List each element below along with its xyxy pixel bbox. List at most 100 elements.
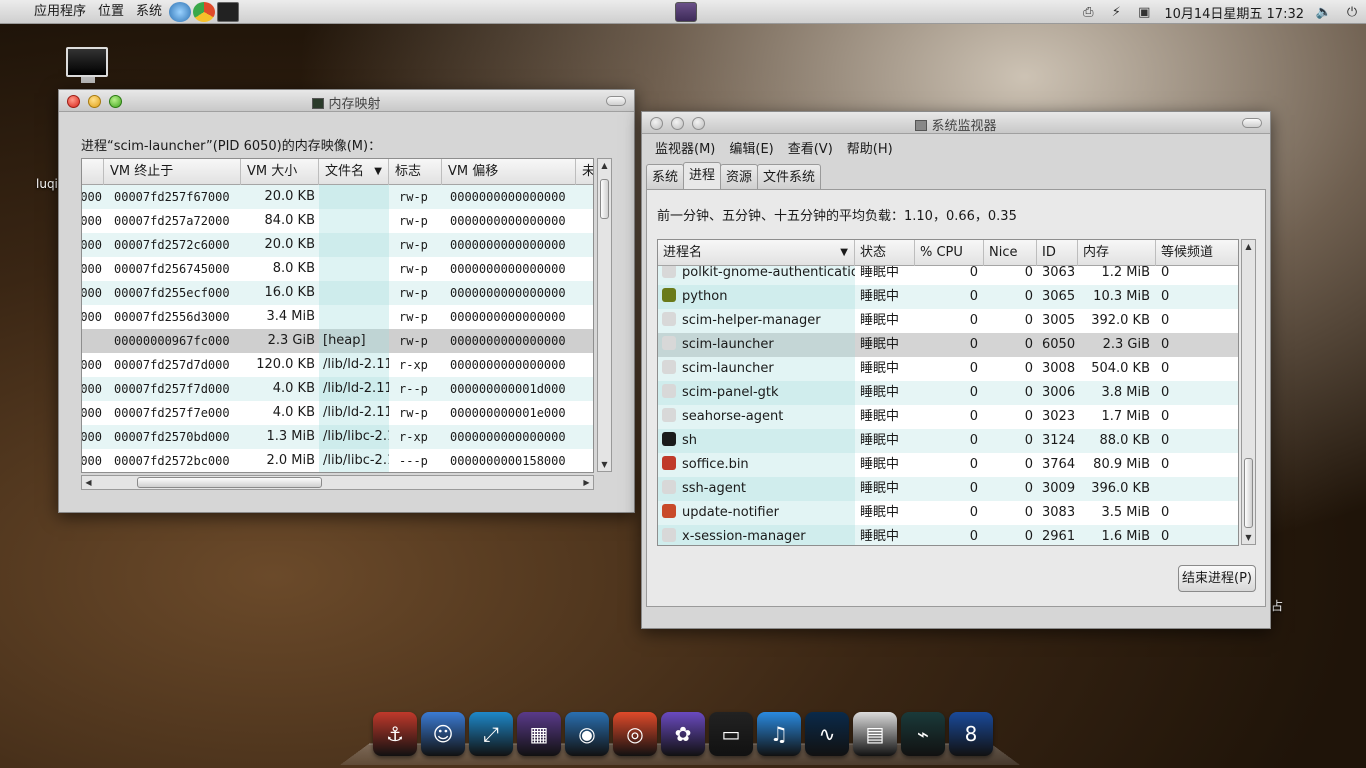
scrollbar-thumb[interactable] — [137, 477, 322, 488]
memory-map-titlebar[interactable]: 内存映射 — [59, 90, 634, 112]
table-row[interactable]: seahorse-agent 睡眠中 0 0 3023 1.7 MiB 0 — [658, 405, 1238, 429]
end-process-button[interactable]: 结束进程(P) — [1178, 565, 1256, 592]
cell-cpu: 0 — [969, 361, 978, 376]
column-nice[interactable]: Nice — [984, 240, 1037, 266]
cell-mem: 80.9 MiB — [1093, 457, 1150, 472]
wave-icon[interactable]: ∿ — [805, 712, 849, 756]
scroll-right-icon[interactable]: ▶ — [580, 476, 593, 489]
tab-filesystems[interactable]: 文件系统 — [757, 164, 822, 189]
table-row[interactable]: scim-launcher 睡眠中 0 0 3008 504.0 KB 0 — [658, 357, 1238, 381]
table-row[interactable]: 000 00007fd2556d3000 3.4 MiB rw-p 0000000000… — [82, 305, 593, 329]
eight-icon[interactable]: 8 — [949, 712, 993, 756]
network-icon[interactable]: ◉ — [565, 712, 609, 756]
column-wchan[interactable]: 等候频道 — [1156, 240, 1238, 266]
table-row[interactable]: sh 睡眠中 0 0 3124 88.0 KB 0 — [658, 429, 1238, 453]
anchor-icon[interactable]: ⚓ — [373, 712, 417, 756]
table-row[interactable]: ssh-agent 睡眠中 0 0 3009 396.0 KB — [658, 477, 1238, 501]
menu-help[interactable]: 帮助(H) — [840, 138, 900, 157]
battery-icon[interactable]: ▣ — [1133, 2, 1155, 22]
cell-start: 000 — [81, 286, 102, 300]
table-row[interactable]: 00000000967fc000 2.3 GiB [heap] rw-p 0000000… — [82, 329, 593, 353]
workspace-switcher-icon[interactable] — [675, 2, 697, 22]
horizontal-scrollbar[interactable]: ◀ ▶ — [81, 475, 594, 490]
apple-menu-icon[interactable] — [0, 0, 28, 24]
column-unk[interactable]: 未 — [576, 159, 593, 185]
clock[interactable]: 10月14日星期五 17:32 — [1158, 3, 1310, 22]
printer-icon[interactable]: ⎙ — [1077, 2, 1099, 22]
expose-icon[interactable]: ⤢ — [469, 712, 513, 756]
scroll-down-icon[interactable]: ▼ — [1242, 531, 1255, 544]
cell-wchan — [1161, 477, 1238, 501]
cell-wchan: 0 — [1161, 505, 1170, 520]
table-row[interactable]: 000 00007fd257f67000 20.0 KB rw-p 0000000000… — [82, 185, 593, 209]
vertical-scrollbar[interactable]: ▲ ▼ — [1241, 239, 1256, 545]
spreadsheet-icon[interactable]: ▤ — [853, 712, 897, 756]
table-row[interactable]: soffice.bin 睡眠中 0 0 3764 80.9 MiB 0 — [658, 453, 1238, 477]
network-icon[interactable]: ⚡ — [1105, 2, 1127, 22]
table-row[interactable]: 000 00007fd257d7d000 120.0 KB/lib/ld-2.11 r… — [82, 353, 593, 377]
terminal-icon[interactable]: ▭ — [709, 712, 753, 756]
cell-mem: 3.5 MiB — [1101, 505, 1150, 520]
column-cpu[interactable]: % CPU — [915, 240, 984, 266]
chrome-icon[interactable]: ◎ — [613, 712, 657, 756]
shade-button[interactable] — [606, 96, 626, 106]
pidgin-icon[interactable]: ✿ — [661, 712, 705, 756]
terminal-launcher-icon[interactable] — [217, 1, 240, 22]
column-memory[interactable]: 内存 — [1078, 240, 1156, 266]
scroll-up-icon[interactable]: ▲ — [598, 159, 611, 172]
menu-view[interactable]: 查看(V) — [781, 138, 840, 157]
applications-menu[interactable]: 应用程序 — [28, 0, 92, 24]
chrome-launcher-icon[interactable] — [193, 1, 216, 22]
table-row[interactable]: update-notifier 睡眠中 0 0 3083 3.5 MiB 0 — [658, 501, 1238, 525]
itunes-icon[interactable]: ♫ — [757, 712, 801, 756]
scroll-left-icon[interactable]: ◀ — [82, 476, 95, 489]
table-row[interactable]: 000 00007fd2570bd000 1.3 MiB/lib/libc-2.1 r… — [82, 425, 593, 449]
column-vm-end[interactable]: VM 终止于 — [104, 159, 241, 185]
vertical-scrollbar[interactable]: ▲ ▼ — [597, 158, 612, 472]
tab-resources[interactable]: 资源 — [720, 164, 759, 189]
photo-icon[interactable]: ▦ — [517, 712, 561, 756]
column-process-name[interactable]: 进程名 ▼ — [658, 240, 855, 266]
browser-launcher-icon[interactable] — [169, 1, 192, 22]
column-vm-size[interactable]: VM 大小 — [241, 159, 319, 185]
volume-icon[interactable]: 🔈 — [1313, 2, 1335, 22]
system-menu[interactable]: 系统 — [130, 0, 168, 24]
table-row[interactable]: 000 00007fd257f7e000 4.0 KB/lib/ld-2.11 rw-… — [82, 401, 593, 425]
scroll-down-icon[interactable]: ▼ — [598, 458, 611, 471]
table-row[interactable]: 000 00007fd257f7d000 4.0 KB/lib/ld-2.11 r--… — [82, 377, 593, 401]
tab-system[interactable]: 系统 — [646, 164, 685, 189]
system-monitor-titlebar[interactable]: 系统监视器 — [642, 112, 1270, 134]
column-filename[interactable]: 文件名 ▼ — [319, 159, 389, 185]
finder-icon[interactable]: ☺ — [421, 712, 465, 756]
table-row[interactable]: scim-helper-manager 睡眠中 0 0 3005 392.0 KB 0 — [658, 309, 1238, 333]
places-menu[interactable]: 位置 — [92, 0, 130, 24]
memory-map-table: VM 终止于 VM 大小 文件名 ▼ 标志 VM 偏移 未 000 00007fd2… — [81, 158, 594, 473]
scrollbar-thumb[interactable] — [1244, 458, 1253, 528]
column-flags[interactable]: 标志 — [389, 159, 442, 185]
column-status[interactable]: 状态 — [855, 240, 915, 266]
system-monitor-icon[interactable]: ⌁ — [901, 712, 945, 756]
scrollbar-thumb[interactable] — [600, 179, 609, 219]
power-icon[interactable]: ⏻ — [1341, 2, 1363, 22]
table-row[interactable]: 000 00007fd257a72000 84.0 KB rw-p 0000000000… — [82, 209, 593, 233]
table-row[interactable]: 000 00007fd255ecf000 16.0 KB rw-p 0000000000… — [82, 281, 593, 305]
process-icon — [662, 384, 676, 398]
table-row[interactable]: x-session-manager 睡眠中 0 0 2961 1.6 MiB 0 — [658, 525, 1238, 545]
scroll-up-icon[interactable]: ▲ — [1242, 240, 1255, 253]
table-row[interactable]: 000 00007fd2572bc000 2.0 MiB/lib/libc-2.1-… — [82, 449, 593, 472]
table-row[interactable]: 000 00007fd2572c6000 20.0 KB rw-p 0000000000… — [82, 233, 593, 257]
computer-desktop-icon[interactable] — [66, 47, 110, 87]
menu-edit[interactable]: 编辑(E) — [722, 138, 780, 157]
cell-start: 000 — [81, 358, 102, 372]
cell-offset: 0000000000000000 — [450, 262, 566, 276]
shade-button[interactable] — [1242, 118, 1262, 128]
column-id[interactable]: ID — [1037, 240, 1078, 266]
menu-monitor[interactable]: 监视器(M) — [648, 138, 722, 157]
column-vm-offset[interactable]: VM 偏移 — [442, 159, 576, 185]
table-row[interactable]: 000 00007fd256745000 8.0 KB rw-p 00000000000… — [82, 257, 593, 281]
table-row[interactable]: scim-panel-gtk 睡眠中 0 0 3006 3.8 MiB 0 — [658, 381, 1238, 405]
tab-processes[interactable]: 进程 — [683, 162, 722, 189]
cell-offset: 000000000001e000 — [450, 406, 566, 420]
table-row[interactable]: scim-launcher 睡眠中 0 0 6050 2.3 GiB 0 — [658, 333, 1238, 357]
table-row[interactable]: python 睡眠中 0 0 3065 10.3 MiB 0 — [658, 285, 1238, 309]
